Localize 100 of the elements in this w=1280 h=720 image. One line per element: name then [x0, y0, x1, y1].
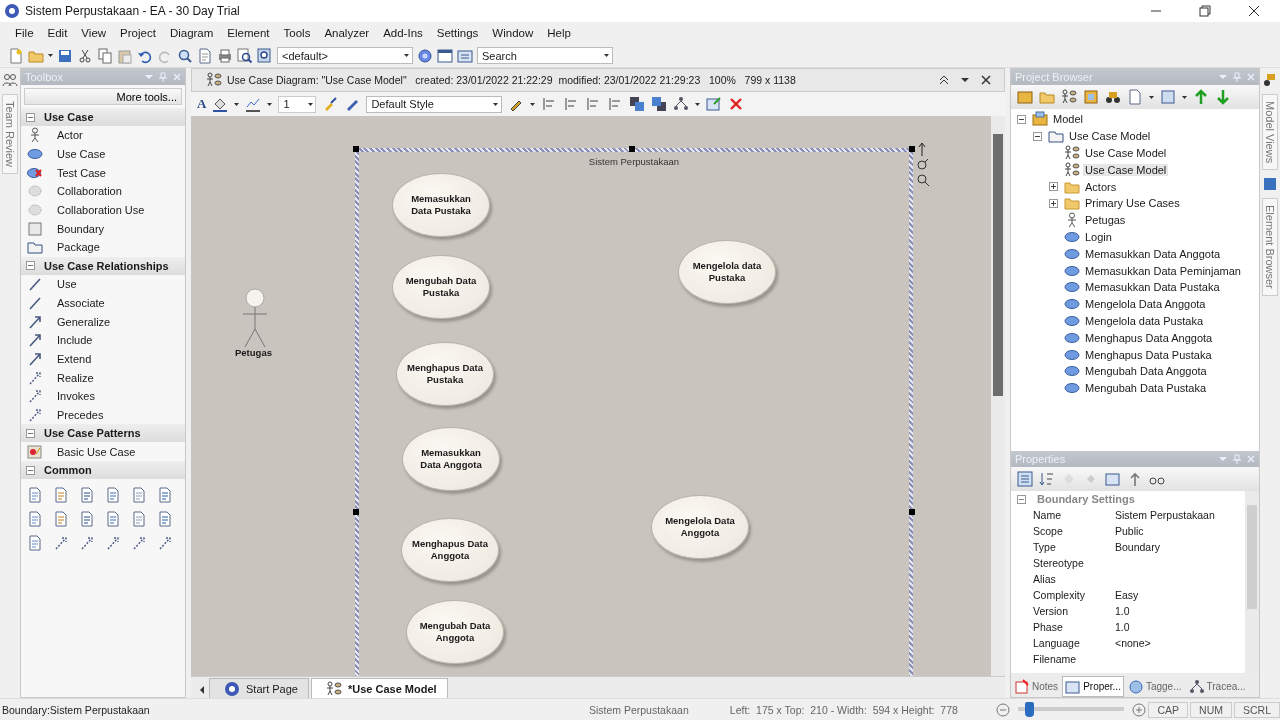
scissors-icon[interactable]	[77, 47, 93, 64]
panel-tab[interactable]: Notes	[1011, 676, 1062, 697]
toolbox-item[interactable]: Test Case	[57, 166, 106, 179]
toolbox-item[interactable]: Use Case	[57, 148, 106, 161]
send-back-icon[interactable]	[651, 96, 668, 112]
menu-item[interactable]: Diagram	[162, 27, 221, 39]
tree-item[interactable]: Use Case Model	[1083, 163, 1169, 176]
use-case[interactable]: Mengelola Data Anggota	[651, 495, 749, 559]
up-arrow-icon[interactable]	[917, 142, 927, 156]
menu-item[interactable]: Help	[540, 27, 578, 39]
tree-item[interactable]: Petugas	[1083, 214, 1128, 227]
menu-item[interactable]: Edit	[40, 27, 75, 39]
property-value[interactable]: Sistem Perpustakaan	[1115, 509, 1245, 521]
expand-toggle[interactable]	[1049, 182, 1058, 192]
tree-item[interactable]: Menghapus Data Anggota	[1083, 331, 1215, 344]
document-icon[interactable]	[79, 487, 95, 503]
search-dropdown[interactable]: Search	[477, 47, 613, 64]
sort-icon[interactable]	[1039, 471, 1055, 487]
resize-handle[interactable]	[353, 146, 359, 152]
resize-handle[interactable]	[353, 509, 359, 515]
property-value[interactable]: 1.0	[1115, 605, 1245, 617]
toolbox-item[interactable]: Actor	[57, 129, 83, 142]
toolbox-item[interactable]: Use	[57, 278, 77, 291]
tree-item[interactable]: Login	[1083, 230, 1114, 243]
document-icon[interactable]	[157, 487, 173, 503]
menu-item[interactable]: File	[8, 27, 41, 39]
collapse-toggle[interactable]	[1033, 131, 1042, 141]
window-icon[interactable]	[437, 47, 453, 64]
pin-icon[interactable]	[159, 72, 167, 82]
document-icon[interactable]	[105, 487, 121, 503]
up-arrow-icon[interactable]	[1193, 89, 1209, 105]
new-file-icon[interactable]	[8, 47, 24, 64]
toolbox-item[interactable]: Invokes	[57, 390, 95, 403]
property-value[interactable]: Easy	[1115, 589, 1245, 601]
toolbox-item[interactable]: Associate	[57, 296, 105, 309]
style-dropdown[interactable]: Default Style	[366, 95, 503, 113]
tree-item[interactable]: Menghapus Data Pustaka	[1083, 348, 1214, 361]
collapse-toggle[interactable]	[26, 261, 35, 271]
collapse-toggle[interactable]	[26, 465, 35, 475]
package-icon[interactable]	[1017, 89, 1033, 105]
document-icon[interactable]	[27, 487, 43, 503]
tree-item[interactable]: Use Case Model	[1067, 130, 1153, 143]
property-value[interactable]: <none>	[1115, 637, 1245, 649]
toolbox-item[interactable]: Collaboration Use	[57, 204, 145, 217]
down-arrow-icon[interactable]	[1215, 89, 1231, 105]
side-tab[interactable]: Element Browser	[1262, 198, 1278, 296]
line-width-spinner[interactable]: 1	[278, 95, 317, 113]
document-icon[interactable]	[1160, 89, 1176, 105]
use-case[interactable]: Mengubah Data Anggota	[406, 600, 504, 664]
document-icon[interactable]	[79, 511, 95, 527]
side-tab[interactable]: Model Views	[1262, 94, 1278, 171]
toolbox-item[interactable]: Extend	[57, 352, 92, 365]
toolbox-item[interactable]: Generalize	[57, 315, 111, 328]
use-case[interactable]: Memasukkan Data Anggota	[402, 427, 500, 491]
tree-item[interactable]: Actors	[1083, 180, 1119, 193]
collapse-toggle[interactable]	[1017, 494, 1026, 504]
tree-item[interactable]: Memasukkan Data Pustaka	[1083, 281, 1222, 294]
paint-bucket-icon[interactable]	[212, 96, 229, 112]
bring-front-icon[interactable]	[629, 96, 646, 112]
document-icon[interactable]	[157, 511, 173, 527]
menu-item[interactable]: Analyzer	[317, 27, 377, 39]
tree-item[interactable]: Memasukkan Data Peminjaman	[1083, 264, 1243, 277]
menu-item[interactable]: Add-Ins	[376, 27, 430, 39]
property-value[interactable]: Boundary	[1115, 541, 1245, 553]
collapse-toggle[interactable]	[26, 428, 35, 438]
use-case[interactable]: Menghapus Data Anggota	[401, 518, 499, 582]
document-icon[interactable]	[53, 487, 69, 503]
tree-item[interactable]: Mengelola Data Anggota	[1083, 298, 1208, 311]
zoom-in-icon[interactable]	[1132, 702, 1147, 717]
categorized-icon[interactable]	[1017, 471, 1033, 487]
panel-tab[interactable]: Proper...	[1062, 676, 1124, 697]
export-icon[interactable]	[706, 96, 723, 112]
line-color-icon[interactable]	[245, 96, 262, 112]
document-tab[interactable]: *Use Case Model	[311, 678, 448, 698]
tree-item[interactable]: Mengubah Data Pustaka	[1083, 382, 1209, 395]
collapse-toggle[interactable]	[26, 112, 35, 122]
menu-item[interactable]: Element	[220, 27, 277, 39]
panel-tab[interactable]: Tagge...	[1124, 676, 1185, 697]
binoculars-icon[interactable]	[1105, 89, 1121, 105]
menu-item[interactable]: Tools	[276, 27, 318, 39]
tree-item[interactable]: Model	[1051, 113, 1085, 126]
tree-item[interactable]: Memasukkan Data Anggota	[1083, 247, 1223, 260]
resize-handle[interactable]	[629, 146, 635, 152]
tree-item[interactable]: Mengubah Data Anggota	[1083, 365, 1209, 378]
zoom-thumb[interactable]	[1024, 702, 1034, 717]
toolbox-item[interactable]: Package	[57, 241, 100, 254]
property-value[interactable]: Public	[1115, 525, 1245, 537]
panel-tab[interactable]: Tracea...	[1185, 676, 1249, 697]
close-icon[interactable]	[1246, 3, 1262, 19]
expand-toggle[interactable]	[1049, 198, 1058, 208]
tree-item[interactable]: Mengelola data Pustaka	[1083, 314, 1206, 327]
toolbox-item[interactable]: Boundary	[57, 222, 105, 235]
zoom-out-icon[interactable]	[996, 702, 1011, 717]
package-icon[interactable]	[1083, 89, 1099, 105]
font-color-button[interactable]: A	[197, 96, 207, 112]
tree-item[interactable]: Use Case Model	[1083, 147, 1169, 159]
document-icon[interactable]	[27, 511, 43, 527]
pin-icon[interactable]	[1233, 454, 1241, 464]
menu-item[interactable]: Project	[113, 27, 163, 39]
toolbox-item[interactable]: Basic Use Case	[57, 445, 136, 458]
